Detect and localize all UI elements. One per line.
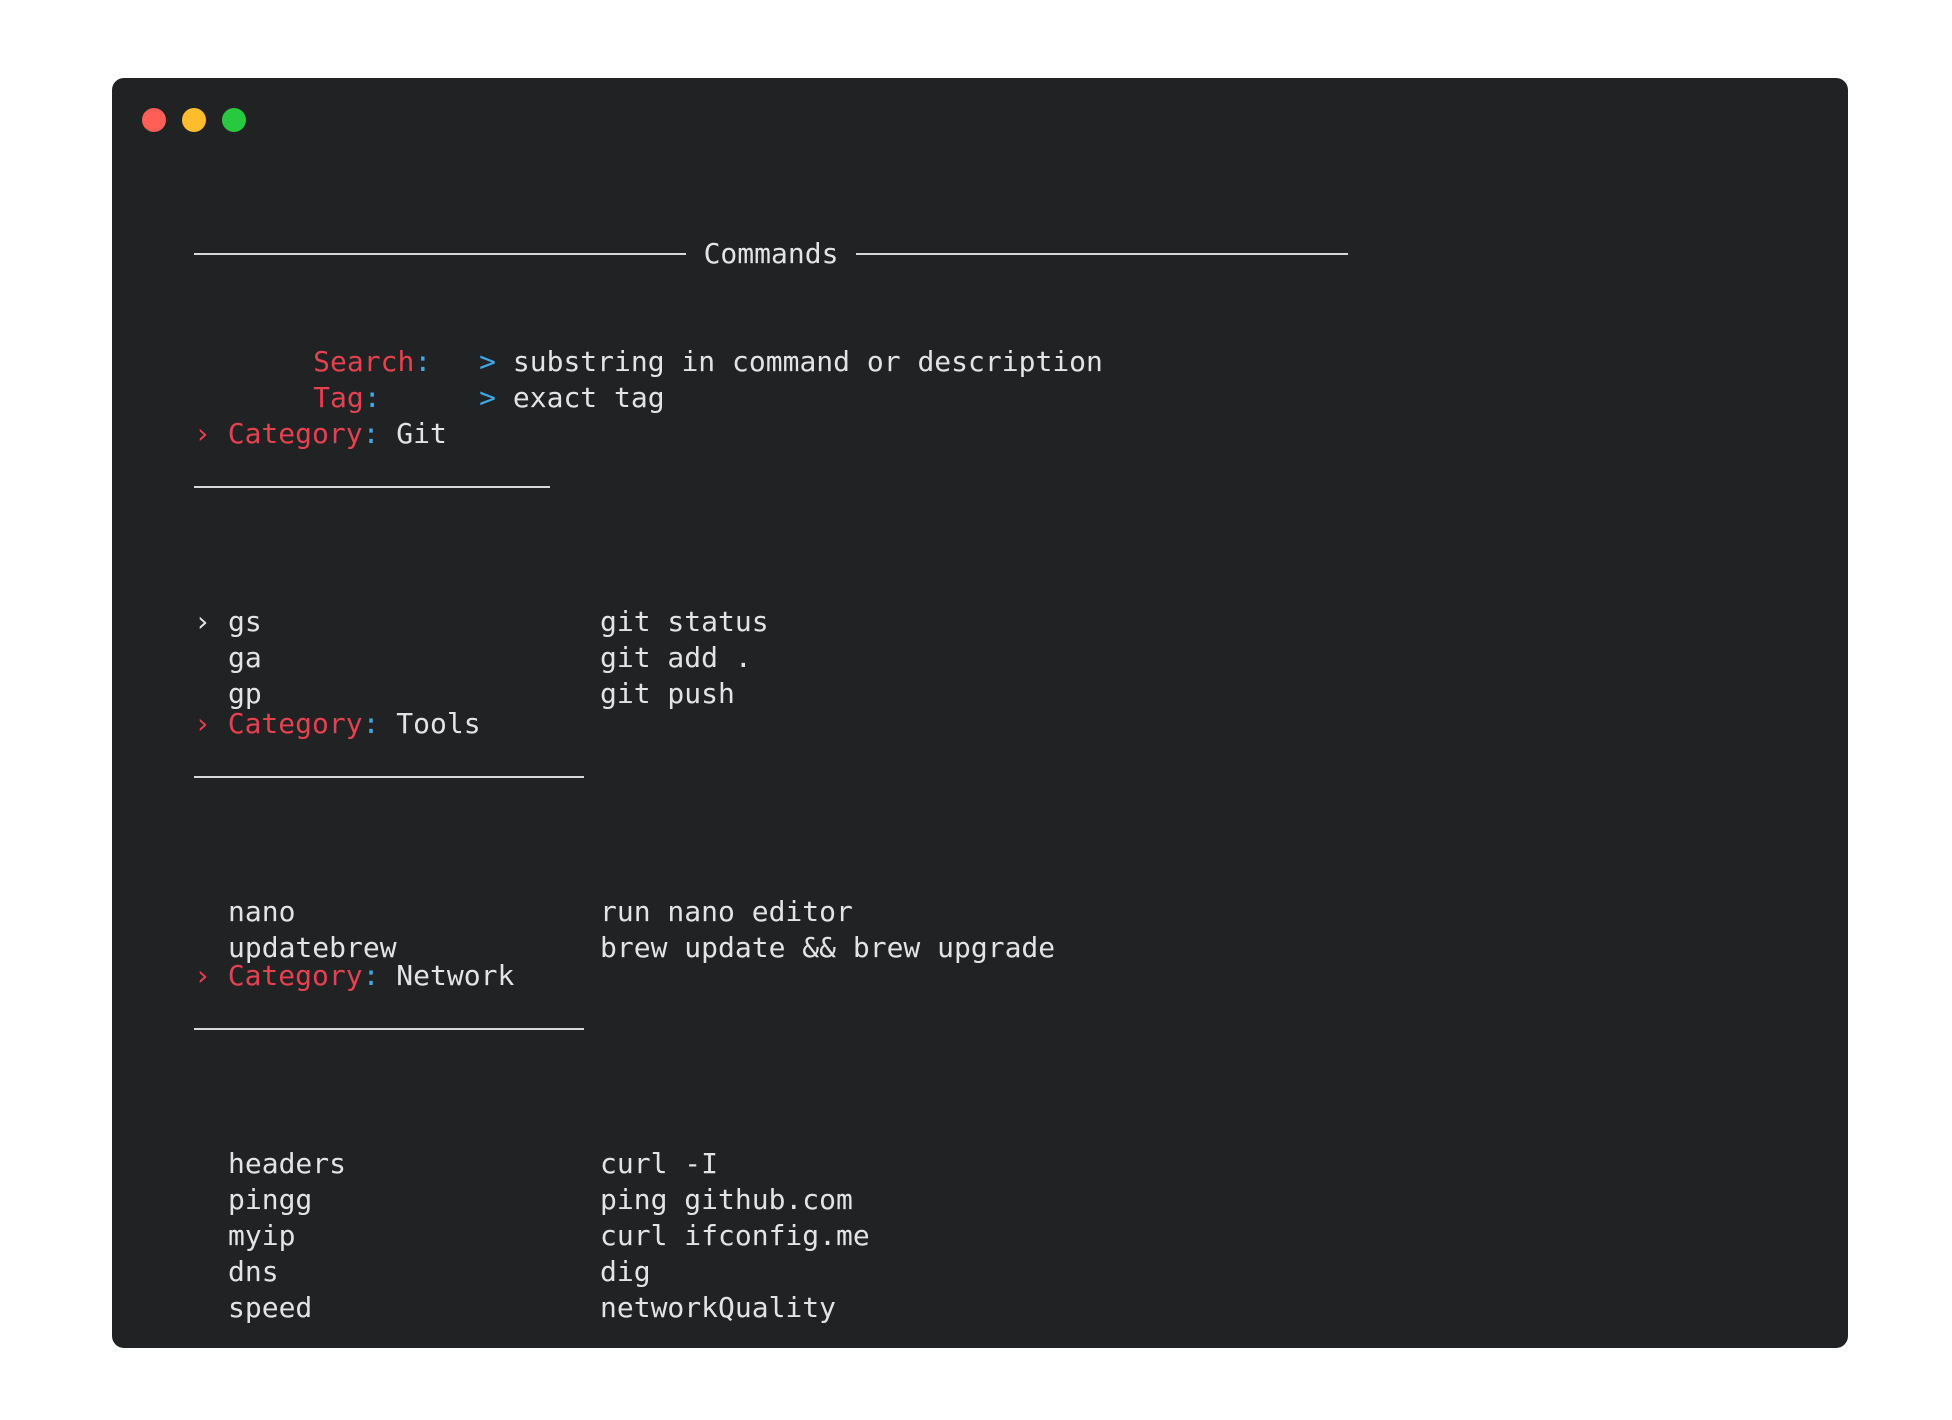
category-name: Git [396, 417, 447, 450]
command-description: git status [600, 605, 769, 638]
category-colon: : [362, 417, 380, 450]
category-underline [194, 486, 550, 488]
command-alias: speed [228, 1291, 313, 1324]
selection-marker-icon: › [194, 605, 211, 638]
maximize-button[interactable] [222, 108, 246, 132]
category-label: Category [227, 959, 363, 992]
command-description: ping github.com [600, 1183, 853, 1216]
category-name: Tools [396, 707, 481, 740]
command-alias: nano [228, 895, 296, 928]
minimize-button[interactable] [182, 108, 206, 132]
commands-header: Commands [194, 236, 1349, 272]
header-rule-left [194, 253, 686, 255]
command-description: run nano editor [600, 895, 853, 928]
command-description: brew update && brew upgrade [600, 931, 1056, 964]
category-colon: : [362, 707, 380, 740]
command-description: curl ifconfig.me [600, 1219, 870, 1252]
command-description: networkQuality [600, 1291, 837, 1324]
category-underline [194, 1028, 584, 1030]
command-alias: dns [228, 1255, 279, 1288]
category-header-network[interactable]: › Category: Network [194, 958, 514, 994]
command-alias: headers [228, 1147, 347, 1180]
window-controls [142, 108, 246, 132]
category-label: Category [227, 417, 363, 450]
category-header-git[interactable]: › Category: Git [194, 416, 447, 452]
header-rule-right [856, 253, 1349, 255]
command-alias: gs [228, 605, 262, 638]
terminal-window: Commands Search: > substring in command … [112, 78, 1848, 1348]
category-label: Category [227, 707, 363, 740]
category-underline [194, 776, 584, 778]
command-alias: pingg [228, 1183, 313, 1216]
category-name: Network [396, 959, 515, 992]
category-header-tools[interactable]: › Category: Tools [194, 706, 481, 742]
command-description: git push [600, 677, 735, 710]
category-colon: : [362, 959, 380, 992]
command-alias: myip [228, 1219, 296, 1252]
chevron-right-icon: › [194, 707, 211, 740]
command-description: dig [600, 1255, 651, 1288]
header-title: Commands [703, 237, 839, 270]
command-description: git add . [600, 641, 752, 674]
chevron-right-icon: › [194, 959, 211, 992]
command-description: curl -I [600, 1147, 719, 1180]
tag-hint: exact tag [512, 381, 665, 414]
chevron-right-icon: › [194, 417, 211, 450]
tag-label: Tag [313, 381, 364, 414]
command-alias: ga [228, 641, 262, 674]
close-button[interactable] [142, 108, 166, 132]
tag-prompt: > [479, 381, 497, 414]
